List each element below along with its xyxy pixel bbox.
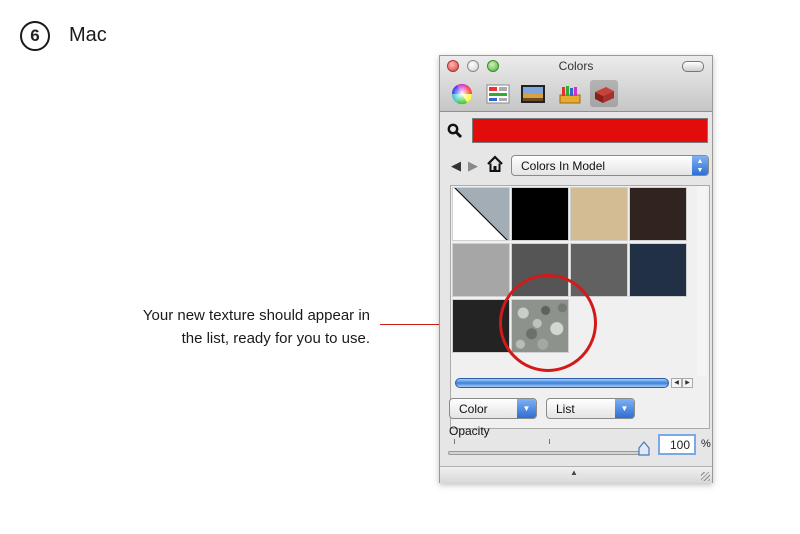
view-select[interactable]: List ▼ bbox=[546, 398, 635, 419]
color-wheel-mode-button[interactable] bbox=[448, 80, 476, 107]
view-select-value: List bbox=[556, 402, 575, 416]
vertical-scrollbar[interactable] bbox=[697, 186, 707, 376]
toolbar-toggle-button[interactable] bbox=[682, 61, 704, 72]
type-select-value: Color bbox=[459, 402, 488, 416]
crayons-icon bbox=[559, 85, 581, 103]
image-palette-icon bbox=[521, 84, 545, 103]
opacity-slider-track[interactable] bbox=[448, 451, 644, 455]
library-dropdown-value: Colors In Model bbox=[521, 159, 606, 173]
home-icon[interactable] bbox=[486, 155, 504, 173]
opacity-value-field[interactable]: 100 bbox=[658, 434, 696, 455]
resize-grip-icon[interactable] bbox=[701, 472, 710, 481]
swatch-black[interactable] bbox=[511, 187, 569, 241]
slider-tick bbox=[549, 439, 550, 444]
drawer-toggle-bar[interactable]: ▲ bbox=[440, 466, 712, 483]
chevron-down-icon: ▼ bbox=[615, 399, 634, 418]
color-sliders-mode-button[interactable] bbox=[484, 80, 512, 107]
step-number: 6 bbox=[30, 26, 40, 45]
chevron-down-icon: ▼ bbox=[517, 399, 536, 418]
magnifier-icon[interactable] bbox=[447, 123, 463, 139]
materials-brick-icon bbox=[595, 86, 614, 103]
swatch-dark-brown[interactable] bbox=[629, 187, 687, 241]
step-number-badge: 6 bbox=[20, 21, 50, 51]
color-wheel-icon bbox=[451, 83, 473, 104]
swatch-light-gray[interactable] bbox=[452, 243, 510, 297]
slider-tick bbox=[454, 439, 455, 444]
type-select[interactable]: Color ▼ bbox=[449, 398, 537, 419]
window-title: Colors bbox=[558, 59, 594, 73]
color-sliders-icon bbox=[486, 84, 510, 103]
callout-line-2: the list, ready for you to use. bbox=[181, 330, 370, 347]
chevron-up-icon: ▲ bbox=[570, 468, 578, 477]
horizontal-scrollbar-thumb[interactable] bbox=[455, 378, 669, 388]
title-bar: Colors bbox=[440, 56, 712, 112]
opacity-label: Opacity bbox=[449, 424, 490, 438]
crayons-mode-button[interactable] bbox=[556, 80, 584, 107]
current-color-row bbox=[440, 112, 712, 152]
forward-arrow-icon[interactable]: ▶ bbox=[468, 157, 478, 175]
swatch-tan[interactable] bbox=[570, 187, 628, 241]
callout-line-1: Your new texture should appear in bbox=[142, 307, 370, 324]
scroll-right-arrow-icon[interactable]: ▶ bbox=[682, 378, 693, 388]
highlight-circle bbox=[499, 274, 597, 372]
library-nav: ◀ ▶ Colors In Model ▲ ▼ bbox=[440, 155, 712, 179]
opacity-slider-thumb[interactable] bbox=[637, 441, 651, 457]
library-dropdown[interactable]: Colors In Model ▲ ▼ bbox=[511, 155, 709, 176]
back-arrow-icon[interactable]: ◀ bbox=[451, 157, 461, 175]
callout-text: Your new texture should appear in the li… bbox=[60, 304, 370, 350]
colors-panel: Colors ◀ ▶ Colors In Model ▲ ▼ ◀ ▶ Color… bbox=[439, 55, 713, 483]
current-color-swatch[interactable] bbox=[472, 118, 708, 143]
updown-chevron-icon: ▲ ▼ bbox=[692, 156, 708, 175]
step-title: Mac bbox=[69, 24, 107, 46]
swatch-default[interactable] bbox=[452, 187, 510, 241]
image-palette-mode-button[interactable] bbox=[519, 80, 547, 107]
scroll-left-arrow-icon[interactable]: ◀ bbox=[671, 378, 682, 388]
swatch-grid: ◀ ▶ bbox=[450, 185, 710, 429]
materials-mode-button[interactable] bbox=[590, 80, 618, 107]
opacity-unit: % bbox=[701, 438, 711, 450]
swatch-navy[interactable] bbox=[629, 243, 687, 297]
